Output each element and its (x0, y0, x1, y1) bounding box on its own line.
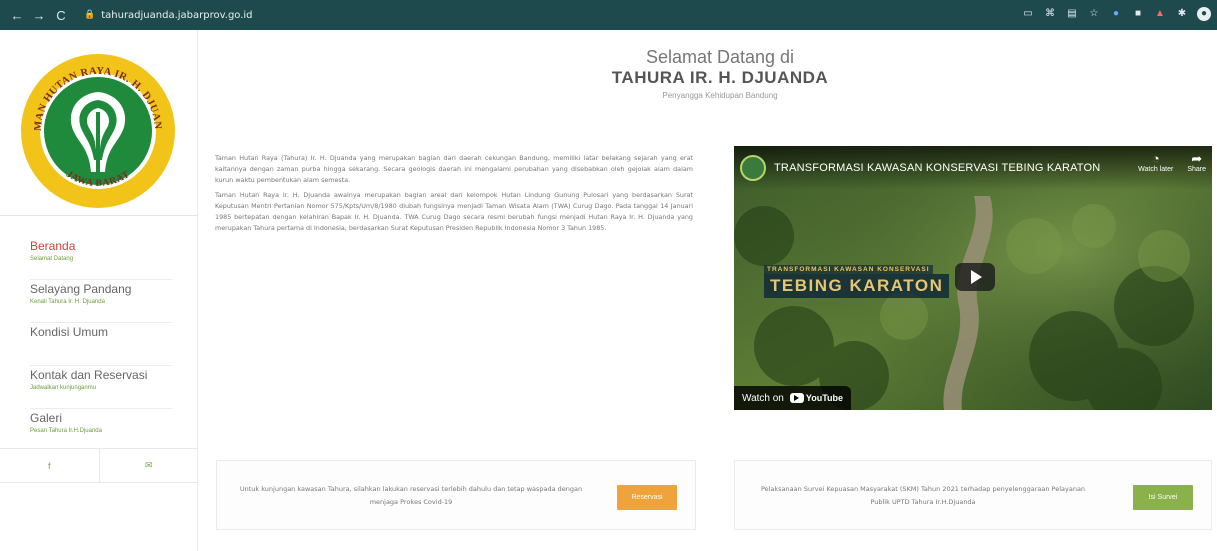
intro-paragraph: Taman Hutan Raya (Tahura) Ir. H. Djuanda… (215, 154, 693, 184)
youtube-logo: YouTube (789, 393, 844, 403)
isi-survei-button[interactable]: Isi Survei (1133, 485, 1193, 510)
survey-text: Pelaksanaan Survei Kepuasan Masyarakat (… (760, 485, 1086, 506)
sidebar-menu: Beranda Selamat Datang Selayang Pandang … (30, 237, 172, 452)
intro-paragraph: Taman Hutan Raya Ir. H. Djuanda awalnya … (215, 191, 693, 232)
intro-article: Taman Hutan Raya (Tahura) Ir. H. Djuanda… (215, 153, 693, 238)
forward-button[interactable]: → (30, 8, 48, 23)
tahura-logo[interactable]: TAMAN HUTAN RAYA IR. H. DJUANDA JAWA BAR… (15, 44, 177, 210)
share-button[interactable]: ➦ Share (1187, 151, 1206, 174)
puzzle-icon[interactable]: ✱ (1175, 7, 1189, 21)
page-tagline: Penyangga Kehidupan Bandung (662, 91, 778, 100)
survey-card: Pelaksanaan Survei Kepuasan Masyarakat (… (734, 460, 1212, 530)
sidebar-item-label: Beranda (30, 239, 76, 253)
share-label: Share (1187, 166, 1206, 173)
sidebar: TAMAN HUTAN RAYA IR. H. DJUANDA JAWA BAR… (0, 30, 198, 551)
bookmark-star-icon[interactable]: ☆ (1087, 7, 1101, 21)
url-text: tahuradjuanda.jabarprov.go.id (101, 9, 253, 21)
youtube-video-embed[interactable]: TRANSFORMASI KAWASAN KONSERVASI TEBING K… (734, 146, 1212, 410)
reservation-text: Untuk kunjungan kawasan Tahura, silahkan… (239, 485, 583, 506)
watch-on-youtube-button[interactable]: Watch on YouTube (734, 386, 852, 410)
video-overlay-title: TEBING KARATON (764, 274, 950, 298)
lock-icon: 🔒 (84, 10, 96, 20)
profile-avatar-icon[interactable]: ● (1197, 7, 1211, 21)
email-icon: ✉ (144, 460, 153, 470)
sidebar-item-sub: Pesan Tahura Ir.H.Djuanda (30, 428, 102, 434)
channel-avatar[interactable] (740, 155, 766, 181)
play-icon (971, 270, 982, 284)
reservation-card: Untuk kunjungan kawasan Tahura, silahkan… (216, 460, 696, 530)
extension-blue-icon[interactable]: ● (1109, 7, 1123, 21)
extension-square-icon[interactable]: ■ (1131, 7, 1145, 21)
sidebar-item-label: Kondisi Umum (30, 325, 109, 339)
welcome-line: Selamat Datang di (645, 47, 795, 67)
facebook-icon: f (47, 460, 51, 471)
watch-later-label: Watch later (1138, 166, 1174, 173)
video-overlay-subtitle: TRANSFORMASI KAWASAN KONSERVASI (764, 265, 933, 274)
sidebar-item-galeri[interactable]: Galeri Pesan Tahura Ir.H.Djuanda (30, 409, 172, 452)
youtube-wordmark: YouTube (805, 393, 844, 403)
sidebar-item-kondisi-umum[interactable]: Kondisi Umum (30, 323, 172, 366)
sidebar-item-sub: Kenali Tahura Ir. H. Djuanda (30, 299, 105, 305)
sidebar-item-sub: Jadwalkan kunjunganmu (30, 385, 97, 391)
extension-badge-icon[interactable]: ▲ (1153, 7, 1167, 21)
welcome-header: Selamat Datang di TAHURA IR. H. DJUANDA … (520, 47, 920, 103)
sidebar-item-selayang-pandang[interactable]: Selayang Pandang Kenali Tahura Ir. H. Dj… (30, 280, 172, 323)
page-title: TAHURA IR. H. DJUANDA (611, 68, 829, 87)
watch-on-label: Watch on (742, 392, 784, 404)
email-link[interactable]: ✉ (100, 449, 199, 482)
social-links: f ✉ (0, 448, 198, 483)
cast-icon[interactable]: ▭ (1021, 7, 1035, 21)
address-bar[interactable]: 🔒 tahuradjuanda.jabarprov.go.id (84, 10, 253, 21)
reservasi-button[interactable]: Reservasi (617, 485, 677, 510)
clock-icon: ◔ (1151, 151, 1160, 166)
sidebar-item-beranda[interactable]: Beranda Selamat Datang (30, 237, 172, 280)
sidebar-item-kontak-reservasi[interactable]: Kontak dan Reservasi Jadwalkan kunjungan… (30, 366, 172, 409)
sidebar-divider (0, 215, 198, 216)
translate-icon[interactable]: ⌘ (1043, 7, 1057, 21)
sidebar-item-label: Kontak dan Reservasi (30, 368, 148, 382)
video-title-bar: TRANSFORMASI KAWASAN KONSERVASI TEBING K… (734, 146, 1212, 190)
sidebar-item-sub: Selamat Datang (30, 256, 74, 262)
watch-later-button[interactable]: ◔ Watch later (1138, 151, 1174, 174)
reader-icon[interactable]: ▤ (1065, 7, 1079, 21)
facebook-link[interactable]: f (0, 449, 100, 482)
extension-icons: ▭ ⌘ ▤ ☆ ● ■ ▲ ✱ ● (1021, 7, 1211, 21)
video-title[interactable]: TRANSFORMASI KAWASAN KONSERVASI TEBING K… (774, 162, 1100, 174)
browser-toolbar: ← → C 🔒 tahuradjuanda.jabarprov.go.id ▭ … (0, 0, 1217, 30)
play-button[interactable] (955, 263, 995, 291)
back-button[interactable]: ← (8, 8, 26, 23)
sidebar-item-label: Galeri (30, 411, 63, 425)
youtube-play-icon (789, 393, 804, 403)
sidebar-item-label: Selayang Pandang (30, 282, 132, 296)
share-arrow-icon: ➦ (1191, 151, 1203, 166)
reload-button[interactable]: C (52, 8, 70, 23)
